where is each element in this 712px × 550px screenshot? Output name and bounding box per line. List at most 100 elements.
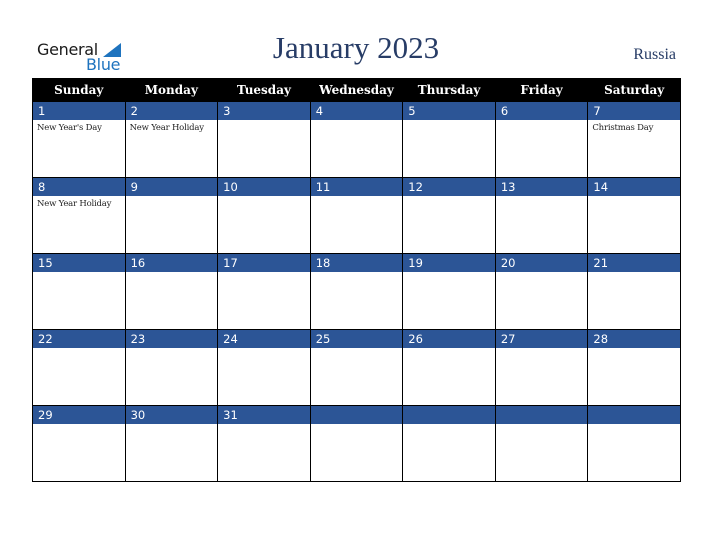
holiday-label [33,348,125,351]
day-number: 15 [33,254,125,272]
holiday-label: New Year's Day [37,123,102,133]
day-number: 10 [218,178,310,196]
holiday-label [496,348,588,351]
day-cell[interactable]: 15 [32,253,126,330]
day-cell[interactable]: 1 New Year's Day [32,101,126,178]
day-number: 2 [125,102,218,120]
holiday-label [496,196,588,199]
day-cell[interactable]: 16 [124,253,219,330]
holiday-label [588,424,680,427]
day-cell[interactable] [587,405,681,482]
weekday-header: Wednesday [309,78,404,102]
day-number: 24 [218,330,310,348]
weekday-header: Friday [494,78,589,102]
weekday-header: Monday [124,78,219,102]
day-number: 9 [125,178,218,196]
holiday-label [33,424,125,427]
day-cell[interactable]: 22 [32,329,126,406]
holiday-label [33,272,125,275]
day-cell[interactable]: 20 [494,253,589,330]
day-cell[interactable]: 2 New Year Holiday [124,101,219,178]
day-number: 29 [33,406,125,424]
day-number: 14 [588,178,680,196]
day-number: 12 [403,178,495,196]
day-number [588,406,680,424]
holiday-label [218,272,310,275]
day-cell[interactable]: 9 [124,177,219,254]
holiday-label [311,348,403,351]
holiday-label [218,196,310,199]
country-label: Russia [633,46,676,63]
day-number: 23 [125,330,218,348]
holiday-label [126,348,218,351]
holiday-label [126,196,218,199]
holiday-label [218,424,310,427]
day-cell[interactable]: 13 [494,177,589,254]
day-cell[interactable]: 10 [217,177,311,254]
day-cell[interactable]: 4 [309,101,404,178]
day-cell[interactable]: 5 [402,101,496,178]
holiday-label: New Year Holiday [37,199,112,209]
day-number: 17 [218,254,310,272]
day-cell[interactable]: 28 [587,329,681,406]
day-cell[interactable]: 21 [587,253,681,330]
holiday-label [403,120,495,123]
day-cell[interactable]: 23 [124,329,219,406]
week-row: 29 30 31 [32,405,681,482]
day-cell[interactable]: 7 Christmas Day [587,101,681,178]
day-cell[interactable] [402,405,496,482]
holiday-label [403,348,495,351]
holiday-label [311,424,403,427]
day-number: 21 [588,254,680,272]
day-number: 3 [218,102,310,120]
day-cell[interactable]: 8 New Year Holiday [32,177,126,254]
holiday-label [126,424,218,427]
day-cell[interactable]: 6 [494,101,589,178]
day-cell[interactable]: 26 [402,329,496,406]
holiday-label [588,196,680,199]
weekday-header: Thursday [402,78,496,102]
calendar-grid: Sunday Monday Tuesday Wednesday Thursday… [32,78,681,482]
day-cell[interactable]: 29 [32,405,126,482]
holiday-label [496,424,588,427]
day-number: 27 [495,330,588,348]
day-cell[interactable]: 17 [217,253,311,330]
week-row: 22 23 24 25 26 27 28 [32,329,681,406]
holiday-label [588,272,680,275]
holiday-label [311,272,403,275]
day-number: 18 [310,254,403,272]
week-row: 8 New Year Holiday 9 10 11 12 13 14 [32,177,681,254]
weekday-header: Tuesday [217,78,311,102]
day-cell[interactable]: 27 [494,329,589,406]
day-cell[interactable] [494,405,589,482]
holiday-label [403,272,495,275]
day-cell[interactable]: 31 [217,405,311,482]
holiday-label [218,348,310,351]
day-number: 8 [33,178,125,196]
day-number: 4 [310,102,403,120]
holiday-label [311,196,403,199]
day-cell[interactable]: 30 [124,405,219,482]
weekday-header: Sunday [32,78,126,102]
day-number: 13 [495,178,588,196]
day-cell[interactable]: 18 [309,253,404,330]
calendar-title: January 2023 [272,30,440,65]
day-cell[interactable]: 14 [587,177,681,254]
day-cell[interactable]: 19 [402,253,496,330]
day-number: 22 [33,330,125,348]
week-row: 1 New Year's Day 2 New Year Holiday 3 4 5 6 7 Chr… [32,101,681,178]
holiday-label: New Year Holiday [129,123,204,133]
day-cell[interactable]: 12 [402,177,496,254]
day-cell[interactable]: 24 [217,329,311,406]
day-cell[interactable]: 3 [217,101,311,178]
day-cell[interactable] [309,405,404,482]
day-number: 26 [403,330,495,348]
day-number: 20 [495,254,588,272]
weekday-header-row: Sunday Monday Tuesday Wednesday Thursday… [32,78,681,102]
day-number [495,406,588,424]
day-cell[interactable]: 11 [309,177,404,254]
day-number: 1 [33,102,125,120]
holiday-label [496,120,588,123]
day-cell[interactable]: 25 [309,329,404,406]
holiday-label [588,348,680,351]
